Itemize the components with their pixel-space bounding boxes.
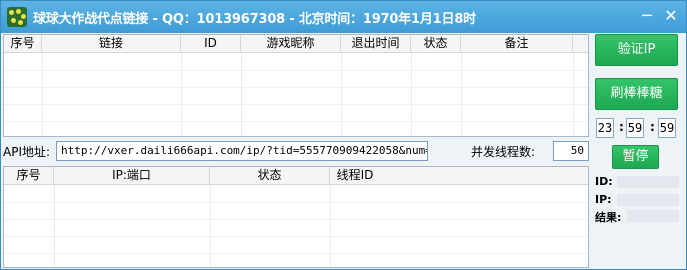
col-exit-time[interactable]: 退出时间 <box>341 35 411 53</box>
col-proxy-status[interactable]: 状态 <box>210 167 330 185</box>
col-proxy-index[interactable]: 序号 <box>4 167 54 185</box>
ip-label: IP: <box>595 193 612 206</box>
title-bar: 球球大作战代点链接 - QQ：1013967308 - 北京时间：1970年1月… <box>1 1 686 33</box>
app-icon <box>7 7 27 27</box>
client-area: 序号 链接 ID 游戏昵称 退出时间 状态 备注 API地址: http://v… <box>1 33 686 269</box>
result-label: 结果: <box>595 211 622 224</box>
minute-field[interactable]: 59 <box>626 118 644 138</box>
col-index[interactable]: 序号 <box>4 35 42 53</box>
col-id[interactable]: ID <box>181 35 241 53</box>
result-value <box>627 210 679 222</box>
col-ip-port[interactable]: IP:端口 <box>54 167 210 185</box>
window-title: 球球大作战代点链接 - QQ：1013967308 - 北京时间：1970年1月… <box>33 12 476 27</box>
verify-ip-button[interactable]: 验证IP <box>595 34 678 66</box>
close-icon[interactable]: ✕ <box>661 7 681 27</box>
pause-button[interactable]: 暂停 <box>612 145 659 169</box>
main-window: 球球大作战代点链接 - QQ：1013967308 - 北京时间：1970年1月… <box>0 0 687 270</box>
api-url-input[interactable]: http://vxer.daili666api.com/ip/?tid=5557… <box>56 141 428 161</box>
col-nickname[interactable]: 游戏昵称 <box>241 35 341 53</box>
id-label: ID: <box>595 175 613 188</box>
second-field[interactable]: 59 <box>658 118 676 138</box>
task-table[interactable]: 序号 链接 ID 游戏昵称 退出时间 状态 备注 <box>3 34 589 137</box>
minimize-icon[interactable]: ─ <box>637 7 657 27</box>
threads-label: 并发线程数: <box>471 145 536 159</box>
col-status[interactable]: 状态 <box>411 35 461 53</box>
col-link[interactable]: 链接 <box>42 35 181 53</box>
col-note[interactable]: 备注 <box>461 35 573 53</box>
hour-field[interactable]: 23 <box>596 118 614 138</box>
task-table-header: 序号 链接 ID 游戏昵称 退出时间 状态 备注 <box>4 35 588 53</box>
threads-input[interactable]: 50 <box>553 141 589 161</box>
refresh-lollipop-button[interactable]: 刷棒棒糖 <box>595 78 678 110</box>
time-separator: : <box>650 120 655 134</box>
id-value <box>617 176 679 188</box>
api-label: API地址: <box>3 145 51 159</box>
ip-value <box>617 194 679 206</box>
time-separator: : <box>619 120 624 134</box>
proxy-table-header: 序号 IP:端口 状态 线程ID <box>4 167 588 185</box>
proxy-table[interactable]: 序号 IP:端口 状态 线程ID <box>3 166 589 268</box>
col-thread-id[interactable]: 线程ID <box>330 167 380 185</box>
